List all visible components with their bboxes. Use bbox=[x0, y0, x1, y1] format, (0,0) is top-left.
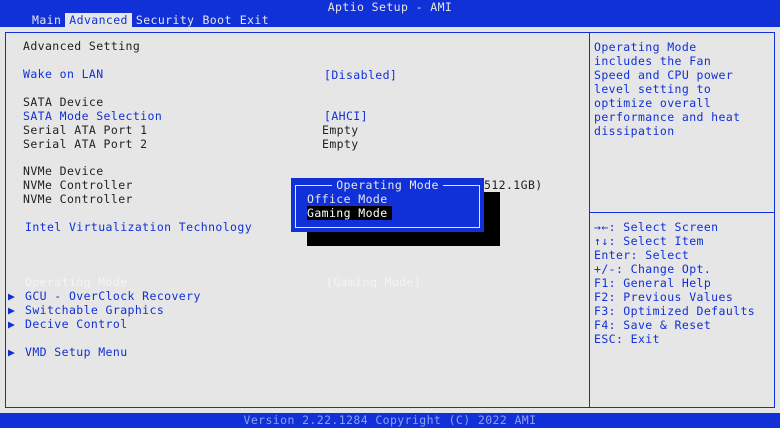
help-text-line: optimize overall bbox=[594, 96, 712, 110]
gcu-overclock-recovery-item[interactable]: GCU - OverClock Recovery bbox=[25, 289, 201, 303]
wake-on-lan-value[interactable]: [Disabled] bbox=[324, 68, 397, 82]
help-text-line: Speed and CPU power bbox=[594, 68, 734, 82]
sata-port2-label: Serial ATA Port 2 bbox=[23, 137, 148, 151]
nvme-controller-1-label: NVMe Controller bbox=[23, 178, 133, 192]
tab-advanced[interactable]: Advanced bbox=[65, 13, 132, 27]
sata-mode-value[interactable]: [AHCI] bbox=[324, 109, 368, 123]
help-separator bbox=[590, 212, 774, 213]
tab-boot[interactable]: Boot bbox=[198, 13, 235, 27]
sata-port2-value: Empty bbox=[322, 137, 359, 151]
tab-security[interactable]: Security bbox=[132, 13, 199, 27]
tab-main[interactable]: Main bbox=[28, 13, 65, 27]
vmd-setup-menu-item[interactable]: VMD Setup Menu bbox=[25, 345, 128, 359]
panel-divider bbox=[589, 32, 590, 408]
intel-vt-label[interactable]: Intel Virtualization Technology bbox=[25, 220, 252, 234]
key-help-change-opt: +/-: Change Opt. bbox=[594, 262, 712, 276]
nvme-device-heading: NVMe Device bbox=[23, 164, 104, 178]
wake-on-lan-label[interactable]: Wake on LAN bbox=[23, 67, 104, 81]
key-help-f3: F3: Optimized Defaults bbox=[594, 304, 756, 318]
nvme-controller-2-label: NVMe Controller bbox=[23, 192, 133, 206]
submenu-arrow-icon: ▶ bbox=[8, 303, 16, 317]
sata-device-heading: SATA Device bbox=[23, 95, 104, 109]
switchable-graphics-item[interactable]: Switchable Graphics bbox=[25, 303, 164, 317]
submenu-arrow-icon: ▶ bbox=[8, 289, 16, 303]
sata-mode-label[interactable]: SATA Mode Selection bbox=[23, 109, 162, 123]
help-text-line: includes the Fan bbox=[594, 54, 712, 68]
popup-option-office-mode[interactable]: Office Mode bbox=[307, 192, 388, 206]
help-text-line: performance and heat bbox=[594, 110, 741, 124]
popup-option-gaming-mode[interactable]: Gaming Mode bbox=[307, 206, 392, 220]
nvme-controller-1-value: 512.1GB) bbox=[484, 178, 543, 192]
help-text-line: level setting to bbox=[594, 82, 712, 96]
sata-port1-label: Serial ATA Port 1 bbox=[23, 123, 148, 137]
decive-control-item[interactable]: Decive Control bbox=[25, 317, 128, 331]
app-title: Aptio Setup - AMI bbox=[327, 0, 453, 14]
key-help-f4: F4: Save & Reset bbox=[594, 318, 712, 332]
submenu-arrow-icon: ▶ bbox=[8, 345, 16, 359]
menu-bar: Main Advanced Security Boot Exit bbox=[28, 13, 273, 27]
tab-exit[interactable]: Exit bbox=[236, 13, 273, 27]
popup-title: Operating Mode bbox=[291, 178, 484, 192]
sata-port1-value: Empty bbox=[322, 123, 359, 137]
key-help-f2: F2: Previous Values bbox=[594, 290, 734, 304]
submenu-arrow-icon: ▶ bbox=[8, 317, 16, 331]
key-help-f1: F1: General Help bbox=[594, 276, 712, 290]
popup-title-text: Operating Mode bbox=[332, 178, 443, 192]
help-text-line: dissipation bbox=[594, 124, 675, 138]
key-help-select-screen: →←: Select Screen bbox=[594, 220, 719, 234]
footer-version: Version 2.22.1284 Copyright (C) 2022 AMI bbox=[243, 413, 537, 427]
operating-mode-popup: Operating Mode Office Mode Gaming Mode bbox=[291, 178, 484, 232]
section-heading: Advanced Setting bbox=[23, 39, 141, 53]
help-text-line: Operating Mode bbox=[594, 40, 697, 54]
key-help-enter: Enter: Select bbox=[594, 248, 690, 262]
key-help-select-item: ↑↓: Select Item bbox=[594, 234, 704, 248]
key-help-esc: ESC: Exit bbox=[594, 332, 660, 346]
operating-mode-label[interactable]: Operating Mode bbox=[25, 275, 128, 289]
operating-mode-value[interactable]: [Gaming Mode] bbox=[326, 275, 421, 289]
